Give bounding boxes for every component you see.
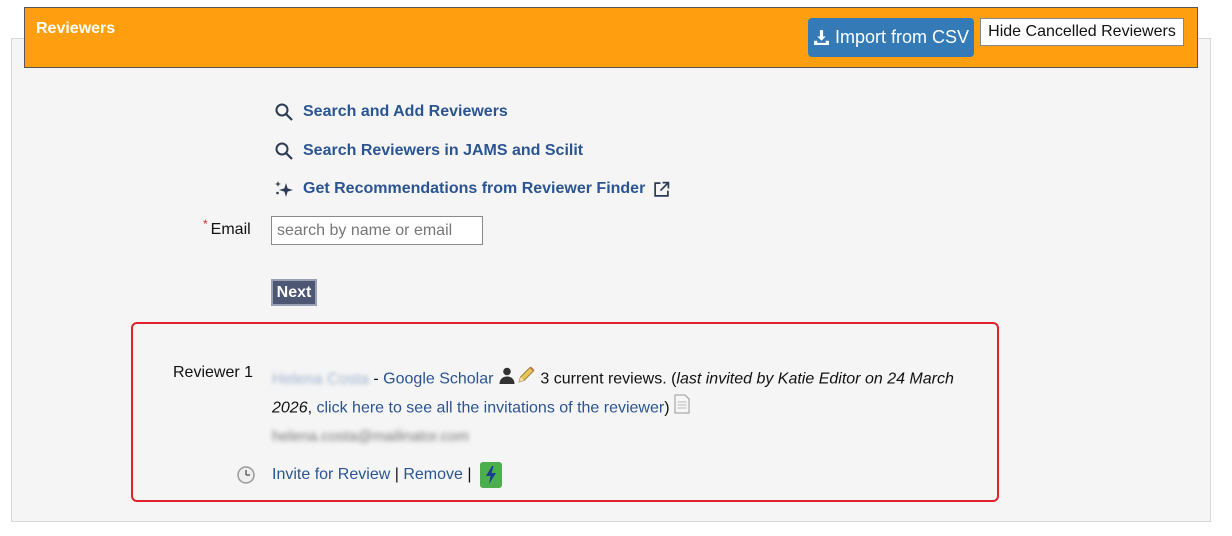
next-button[interactable]: Next xyxy=(271,279,317,306)
reviewer-finder-label: Get Recommendations from Reviewer Finder xyxy=(303,180,646,197)
reviewer-label: Reviewer 1 xyxy=(173,364,254,381)
search-jams-scilit-link[interactable]: Search Reviewers in JAMS and Scilit xyxy=(273,140,583,162)
search-add-reviewers-label: Search and Add Reviewers xyxy=(303,103,508,120)
download-icon xyxy=(814,30,829,45)
required-mark: * xyxy=(203,217,208,231)
email-label: * Email xyxy=(203,217,251,239)
user-icon[interactable] xyxy=(498,366,516,393)
close-paren: ) xyxy=(664,399,670,417)
search-icon xyxy=(273,101,295,123)
import-csv-label: Import from CSV xyxy=(834,27,970,47)
reviewer-email: helena.costa@mailinator.com xyxy=(272,428,469,445)
search-add-reviewers-link[interactable]: Search and Add Reviewers xyxy=(273,101,508,123)
name-separator: - xyxy=(368,370,384,388)
import-csv-button[interactable]: Import from CSV xyxy=(808,18,974,57)
reviewers-header: Reviewers Import from CSV Hide Cancelled… xyxy=(24,7,1198,68)
email-label-text: Email xyxy=(210,221,251,238)
header-title: Reviewers xyxy=(36,20,116,37)
hide-cancelled-label: Hide Cancelled Reviewers xyxy=(988,23,1176,40)
invitations-link[interactable]: click here to see all the invitations of… xyxy=(316,400,664,417)
search-jams-scilit-label: Search Reviewers in JAMS and Scilit xyxy=(303,142,584,159)
hide-cancelled-button[interactable]: Hide Cancelled Reviewers xyxy=(980,18,1184,46)
current-reviews: 3 current reviews. ( xyxy=(535,370,677,388)
reviewer-actions: Invite for Review | Remove | xyxy=(272,462,502,488)
quick-invite-button[interactable] xyxy=(479,462,502,488)
action-separator-2: | xyxy=(462,466,476,483)
reviewer-email-text: helena.costa@mailinator.com xyxy=(272,428,469,445)
next-label: Next xyxy=(276,283,312,301)
email-search-input[interactable] xyxy=(271,216,483,245)
pencil-icon[interactable] xyxy=(516,365,536,394)
lightning-icon xyxy=(485,466,496,484)
reviewer-finder-link[interactable]: Get Recommendations from Reviewer Finder xyxy=(273,178,670,200)
invite-for-review-link[interactable]: Invite for Review xyxy=(272,466,390,484)
reviewer-name[interactable]: Helena Costa xyxy=(272,367,369,393)
search-icon xyxy=(273,140,295,162)
external-link-icon xyxy=(653,181,670,198)
document-icon[interactable] xyxy=(674,394,690,423)
remove-link[interactable]: Remove xyxy=(403,466,463,484)
clock-icon xyxy=(236,465,256,490)
reviewer-details: Helena Costa - Google Scholar 3 current … xyxy=(272,365,962,423)
sparkle-icon xyxy=(273,178,295,200)
action-separator: | xyxy=(390,466,404,483)
google-scholar-link[interactable]: Google Scholar xyxy=(383,371,493,388)
